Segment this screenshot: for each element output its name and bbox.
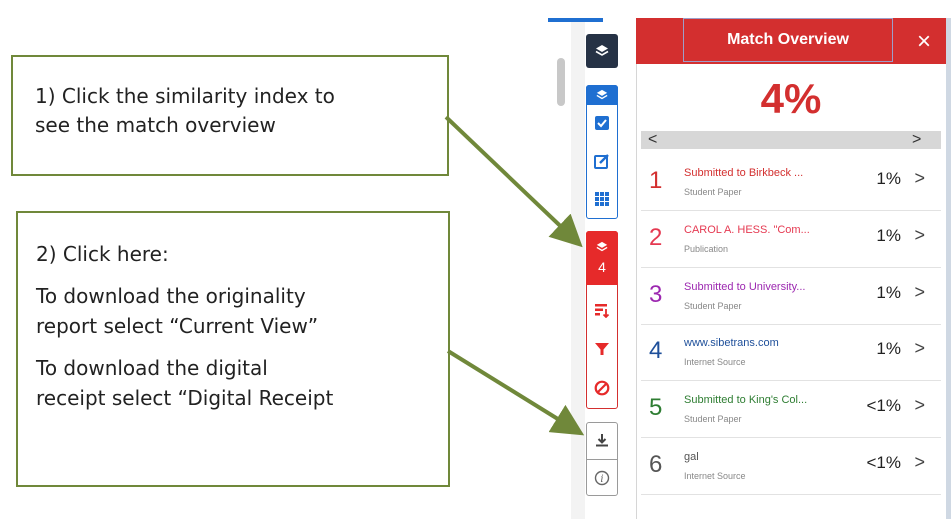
arrow-to-similarity-button	[444, 115, 583, 248]
callout-arrows	[444, 115, 585, 436]
arrow-to-download-button	[446, 349, 585, 436]
